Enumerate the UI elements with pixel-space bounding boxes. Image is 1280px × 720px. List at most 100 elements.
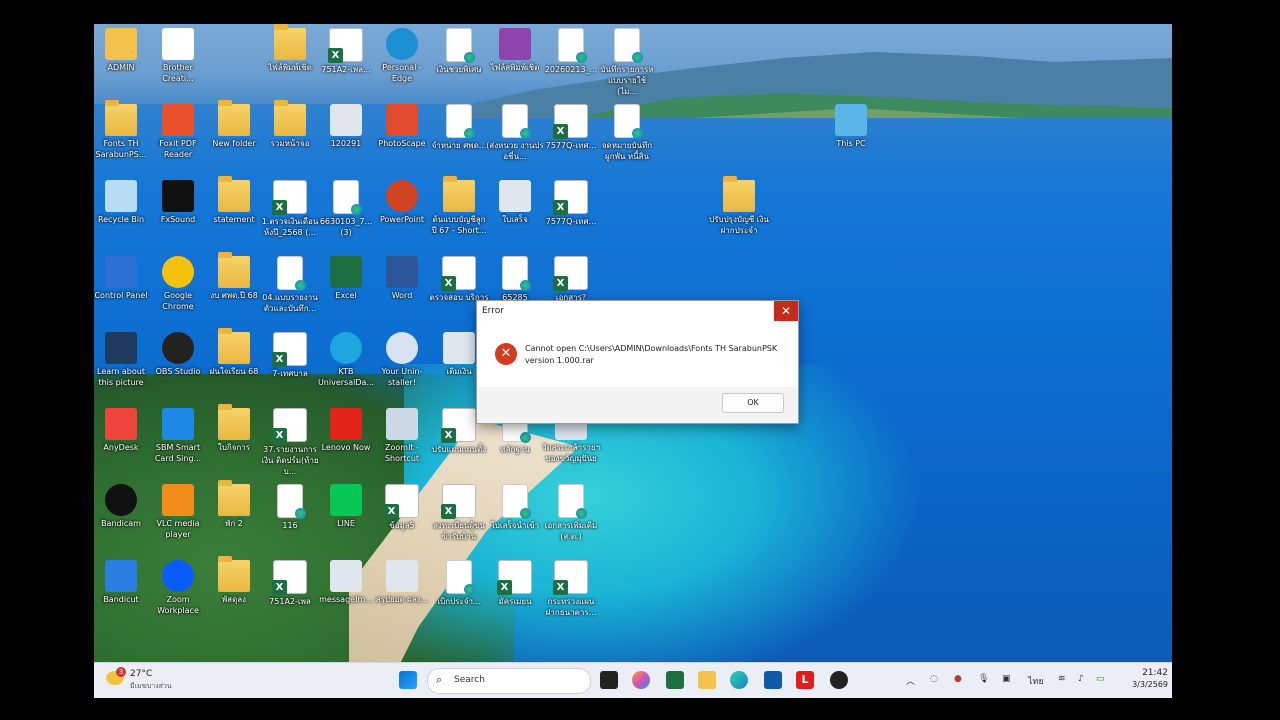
desktop-icon[interactable]: บันทึกรายการห แบบรายใช้ (ไม... — [597, 28, 657, 97]
tray-monitor-icon[interactable]: ▣ — [1002, 674, 1011, 684]
desktop-icon[interactable]: ADMIN — [94, 28, 151, 73]
desktop-icon[interactable]: Fonts TH SarabunPS... — [94, 100, 151, 160]
desktop-icon[interactable]: 20260213_... — [541, 28, 601, 75]
desktop-icon[interactable]: ข้อมูล5 — [372, 484, 432, 531]
desktop-icon[interactable]: New folder — [204, 100, 264, 149]
battery-icon[interactable]: ▭ — [1096, 674, 1105, 684]
task-view-icon[interactable] — [600, 671, 618, 689]
desktop-icon[interactable]: เอกสารเพิ่มเติม (ส.ต.) — [541, 484, 601, 542]
desktop-icon[interactable]: Lenovo Now — [316, 408, 376, 453]
desktop-icon[interactable]: 1.ตรวจเงินเดือน ห้งปี_2568 (... — [260, 180, 320, 238]
desktop-icon[interactable]: Personal - Edge — [372, 28, 432, 84]
desktop-icon[interactable]: PowerPoint — [372, 180, 432, 225]
dialog-body: ✕ Cannot open C:\Users\ADMIN\Downloads\F… — [477, 321, 798, 387]
desktop-icon[interactable]: (ส่งหนวย งานปรอชี่น... — [485, 104, 545, 162]
desktop-icon[interactable]: รวมหน้าจอ — [260, 100, 320, 149]
desktop-icon[interactable]: ฝนใจเรียน 68 — [204, 328, 264, 377]
desktop-icon[interactable]: 751A2-เพล — [260, 560, 320, 607]
search-box[interactable]: ⌕ Search — [427, 668, 591, 694]
desktop-icon[interactable]: LINE — [316, 484, 376, 529]
desktop-icon[interactable]: ใบกิจการ — [204, 404, 264, 453]
img-icon — [499, 180, 531, 212]
excel-icon — [272, 180, 307, 215]
l-app-icon[interactable]: L — [796, 671, 814, 689]
microphone-icon[interactable]: 🎙 — [978, 674, 989, 684]
desktop-icon[interactable]: ตรวจสอบ บริการ — [429, 256, 489, 303]
desktop-icon[interactable]: จดหมายบันทึก ผูกพัน หนี้สิน — [597, 104, 657, 162]
desktop-icon[interactable]: Zoom Workplace — [148, 560, 208, 616]
desktop-icon[interactable]: messageIm... — [316, 560, 376, 605]
desktop-icon[interactable]: Google Chrome — [148, 256, 208, 312]
desktop-icon[interactable]: 7577Q-เทศ... — [541, 180, 601, 227]
desktop-icon[interactable]: ลงทะเบียนผู้ขน ข้ารับบ้าน — [429, 484, 489, 542]
ok-button[interactable]: OK — [722, 393, 784, 413]
desktop-icon[interactable]: เบิกประจำ... — [429, 560, 489, 607]
desktop-icon[interactable]: statement — [204, 176, 264, 225]
clock[interactable]: 21:42 3/3/2569 — [1122, 668, 1168, 689]
desktop-icon-label: 1.ตรวจเงินเดือน ห้งปี_2568 (... — [261, 217, 319, 237]
tray-app-icon[interactable]: ◌ — [930, 674, 938, 684]
start-icon[interactable] — [399, 671, 417, 689]
folder-icon — [218, 100, 250, 136]
desktop-icon[interactable]: Bandicam — [94, 484, 151, 529]
desktop-icon[interactable]: 7577Q-เทศ... — [541, 104, 601, 151]
desktop-icon[interactable]: พัก 2 — [204, 480, 264, 529]
desktop-icon[interactable]: พัสดุลง — [204, 556, 264, 605]
desktop-icon[interactable]: ไฟล์พิมพ์เชิต — [260, 24, 320, 73]
desktop-icon[interactable]: ใบเสร็จ — [485, 180, 545, 225]
wifi-icon[interactable]: ≋ — [1058, 674, 1066, 684]
desktop-icon[interactable]: 65285 — [485, 256, 545, 303]
weather-widget[interactable]: 3 27°C มีเมฆบางส่วน — [106, 667, 226, 694]
desktop-icon[interactable]: Learn about this picture — [94, 332, 151, 388]
obs-taskbar-icon[interactable] — [830, 671, 848, 689]
excel-icon — [272, 332, 307, 367]
chevron-up-icon[interactable]: ︿ — [906, 674, 915, 687]
desktop-icon[interactable]: Excel — [316, 256, 376, 301]
desktop-icon[interactable]: ZoomIt - Shortcut — [372, 408, 432, 464]
desktop-icon[interactable]: 751A2-เพล... — [316, 28, 376, 75]
desktop-icon[interactable]: This PC — [821, 104, 881, 149]
desktop-icon[interactable]: Recycle Bin — [94, 180, 151, 225]
volume-icon[interactable]: ♪ — [1078, 674, 1084, 684]
desktop-icon[interactable]: Your Unin-staller! — [372, 332, 432, 388]
desktop-icon[interactable]: ใบเสร็จนำเข้า — [485, 484, 545, 531]
desktop-icon[interactable]: Word — [372, 256, 432, 301]
desktop-icon[interactable]: PhotoScape — [372, 104, 432, 149]
tray-record-icon[interactable]: ● — [954, 674, 962, 684]
desktop-icon[interactable]: งบ ศพด.ปี 68 — [204, 252, 264, 301]
desktop-icon[interactable]: ปรับปรุงบัญชี เงินฝากประจำ — [709, 176, 769, 236]
desktop-icon[interactable]: 37.รายงานการเงิน ติดปร์ม(ท้ายบ... — [260, 408, 320, 477]
copilot-icon[interactable] — [632, 671, 650, 689]
desktop-icon[interactable]: 6630103_7... (3) — [316, 180, 376, 238]
desktop-icon[interactable]: 116 — [260, 484, 320, 531]
desktop-icon[interactable]: AnyDesk — [94, 408, 151, 453]
desktop-icon[interactable]: 04.แบบรายงาน ตัวและบันทึก... — [260, 256, 320, 314]
desktop-icon[interactable]: 7-เทศบาล — [260, 332, 320, 379]
desktop-icon[interactable]: Brother Creati... — [148, 28, 208, 84]
desktop-icon[interactable]: Foxit PDF Reader — [148, 104, 208, 160]
file-explorer-icon[interactable] — [698, 671, 716, 689]
desktop-icon[interactable]: มัครเมยน — [485, 560, 545, 607]
desktop-icon[interactable]: ไฟล์สพิมพ์เชิต — [485, 28, 545, 73]
edge-icon[interactable] — [730, 671, 748, 689]
excel-icon[interactable] — [666, 671, 684, 689]
desktop-icon[interactable]: สรุปยอด ผลง... — [372, 560, 432, 605]
desktop-icon[interactable]: FxSound — [148, 180, 208, 225]
desktop-icon[interactable]: SBM Smart Card Sing... — [148, 408, 208, 464]
desktop-icon[interactable]: เงินชวยพิเศษ — [429, 28, 489, 75]
desktop-icon[interactable]: VLC media player — [148, 484, 208, 540]
desktop-icon[interactable]: เอกสาร? — [541, 256, 601, 303]
desktop-icon[interactable]: Control Panel — [94, 256, 151, 301]
desktop-icon-label: ข้อมูล5 — [389, 521, 415, 530]
desktop-icon[interactable]: KTB UniversalDa... — [316, 332, 376, 388]
desktop-icon[interactable]: 120291 — [316, 104, 376, 149]
desktop-icon[interactable]: จำหน่าย ศพด... — [429, 104, 489, 151]
close-button[interactable]: ✕ — [774, 301, 798, 321]
language-indicator[interactable]: ไทย — [1028, 674, 1044, 688]
desktop-icon[interactable]: ต้นแบบบัญชีลูก ปี 67 - Short... — [429, 176, 489, 236]
desktop-icon[interactable]: กระทรวงแผน ฝากธนาคาร... — [541, 560, 601, 618]
desktop-icon[interactable]: Bandicut — [94, 560, 151, 605]
store-icon[interactable] — [764, 671, 782, 689]
desktop-icon[interactable]: OBS Studio — [148, 332, 208, 377]
desktop-icon-label: Foxit PDF Reader — [159, 139, 197, 159]
